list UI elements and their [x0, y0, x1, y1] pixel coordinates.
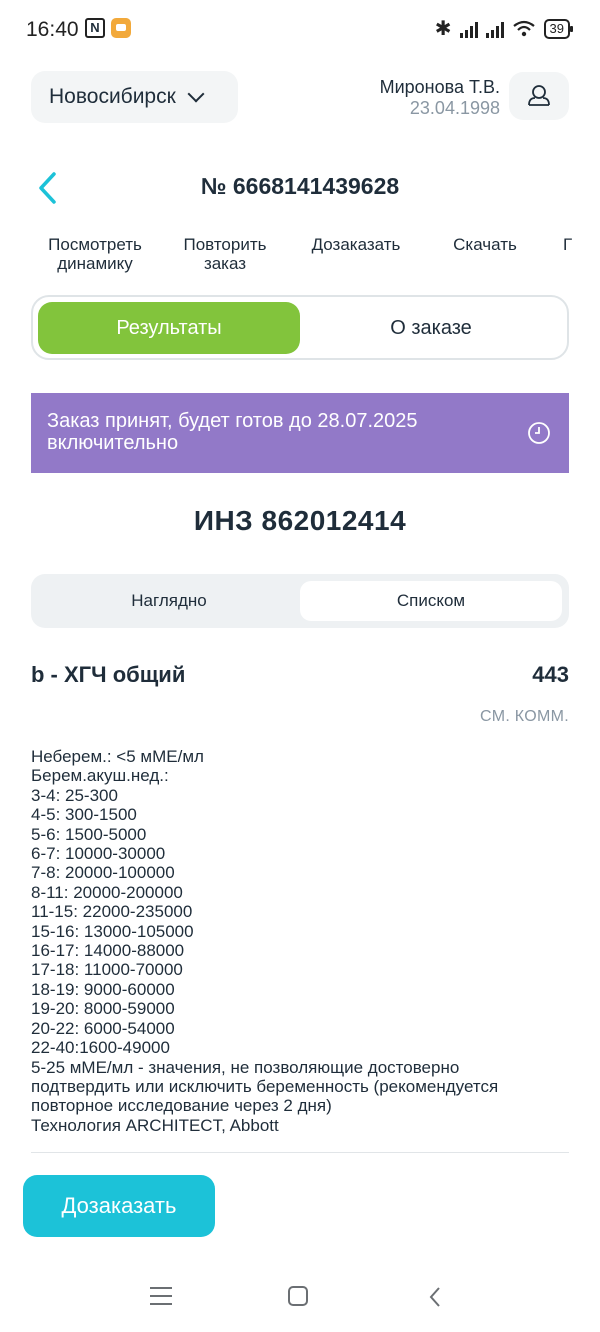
status-banner: Заказ принят, будет готов до 28.07.2025 … [31, 393, 569, 473]
user-name: Миронова Т.В. [379, 77, 500, 97]
nav-menu-button[interactable] [150, 1287, 172, 1305]
notification-icon [111, 18, 131, 38]
inz-number: ИНЗ 862012414 [193, 505, 407, 536]
order-number: № 6668141439628 [200, 173, 400, 199]
action-repeat-order[interactable]: Повторить заказ [172, 235, 278, 273]
chevron-left-icon [429, 1287, 440, 1307]
reference-line: подтвердить или исключить беременность (… [31, 1076, 499, 1096]
clock-icon [527, 421, 551, 445]
wifi-icon [512, 20, 535, 36]
reference-line: 11-15: 22000-235000 [31, 902, 193, 922]
tab-list[interactable]: Списком [300, 581, 562, 621]
reference-line: Технология ARCHITECT, Abbott [31, 1115, 279, 1135]
nav-home-button[interactable] [288, 1286, 308, 1306]
user-dob: 23.04.1998 [409, 98, 500, 118]
profile-button[interactable] [509, 72, 569, 120]
tab-results[interactable]: Результаты [38, 302, 300, 354]
tab-visual[interactable]: Наглядно [38, 581, 300, 621]
nfc-icon: N [85, 18, 105, 38]
reference-line: 7-8: 20000-100000 [31, 863, 175, 883]
reference-line: Берем.акуш.нед.: [31, 766, 169, 786]
test-note: СМ. КОММ. [480, 708, 569, 725]
action-order-more[interactable]: Дозаказать [300, 235, 412, 254]
divider [31, 1152, 569, 1153]
signal-icon [459, 20, 478, 38]
reference-line: 5-6: 1500-5000 [31, 824, 147, 844]
action-more[interactable]: Г [563, 235, 600, 254]
user-icon [528, 85, 550, 106]
reference-line: 6-7: 10000-30000 [31, 844, 166, 864]
chevron-down-icon [187, 85, 205, 103]
reference-line: 22-40:1600-49000 [31, 1038, 170, 1058]
city-label: Новосибирск [49, 85, 176, 108]
menu-icon [150, 1287, 172, 1305]
reference-line: 19-20: 8000-59000 [31, 999, 175, 1019]
tab-about-order[interactable]: О заказе [300, 302, 562, 354]
nav-back-button[interactable] [428, 1286, 442, 1308]
status-time: 16:40 [26, 18, 79, 41]
action-view-dynamics[interactable]: Посмотреть динамику [40, 235, 150, 273]
reference-line: 18-19: 9000-60000 [31, 979, 175, 999]
reference-line: 5-25 мМЕ/мл - значения, не позволяющие д… [31, 1057, 460, 1077]
reference-line: 20-22: 6000-54000 [31, 1018, 175, 1038]
test-value: 443 [532, 662, 569, 687]
test-name: b - ХГЧ общий [31, 662, 186, 687]
reference-line: повторное исследование через 2 дня) [31, 1096, 332, 1116]
reference-line: 8-11: 20000-200000 [31, 882, 183, 902]
bluetooth-icon: ✱ [434, 18, 452, 40]
reference-line: Неберем.: <5 мМЕ/мл [31, 747, 204, 766]
reference-line: 15-16: 13000-105000 [31, 921, 194, 941]
city-selector[interactable]: Новосибирск [31, 71, 238, 123]
reference-line: 4-5: 300-1500 [31, 805, 137, 825]
action-download[interactable]: Скачать [445, 235, 525, 254]
reference-line: 3-4: 25-300 [31, 785, 118, 805]
status-right: ✱ 39 [434, 16, 574, 41]
reference-line: 17-18: 11000-70000 [31, 960, 183, 980]
signal-icon-2 [485, 20, 504, 38]
battery-icon: 39 [543, 18, 574, 39]
order-more-button[interactable]: Дозаказать [23, 1175, 215, 1237]
reference-values: Неберем.: <5 мМЕ/мл Берем.акуш.нед.: 3-4… [31, 747, 571, 1135]
reference-line: 16-17: 14000-88000 [31, 941, 185, 961]
